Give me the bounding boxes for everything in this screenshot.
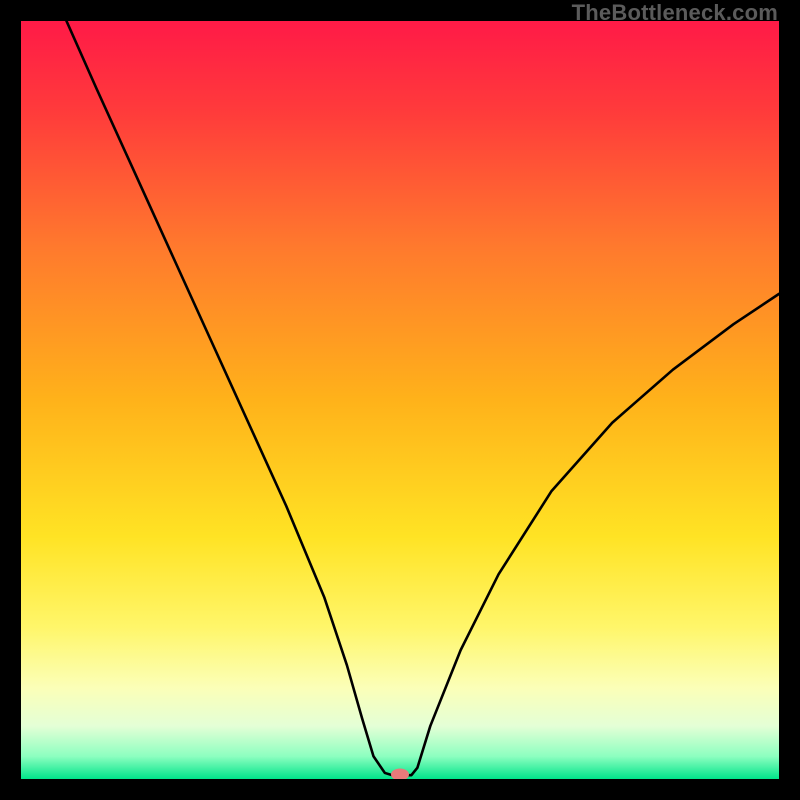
gradient-background (21, 21, 779, 779)
chart-frame: TheBottleneck.com (0, 0, 800, 800)
bottleneck-chart (21, 21, 779, 779)
watermark-text: TheBottleneck.com (572, 0, 778, 26)
plot-area (21, 21, 779, 779)
